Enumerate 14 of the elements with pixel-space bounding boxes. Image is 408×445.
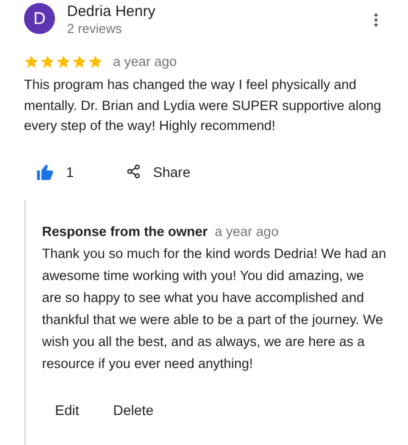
response-time: a year ago (214, 224, 279, 238)
review-time: a year ago (113, 54, 177, 69)
like-button[interactable]: 1 (36, 164, 126, 180)
review-text: This program has changed the way I feel physically and mentally. Dr. Brian and Lydia were SUPER supportive along every step of the way! Highly recommend! (24, 76, 382, 135)
more-menu-icon[interactable] (374, 13, 378, 27)
share-button[interactable]: Share (126, 164, 190, 180)
delete-button[interactable]: Delete (113, 402, 154, 418)
edit-button[interactable]: Edit (55, 402, 80, 418)
response-text: Thank you so much for the kind words Dedria! We had an awesome time working with you! You did amazing, we are so happy to see what you have accomplished and thankful that we were able to be a part of the journey. We wish you all the best, and as always, we are here as a resource if you ever need anything! (42, 244, 387, 373)
response-title: Response from the owner (42, 224, 208, 238)
reviewer-name: Dedria Henry (67, 3, 156, 21)
avatar: D (24, 3, 55, 34)
review-count: 2 reviews (67, 21, 123, 37)
share-icon (126, 164, 141, 179)
